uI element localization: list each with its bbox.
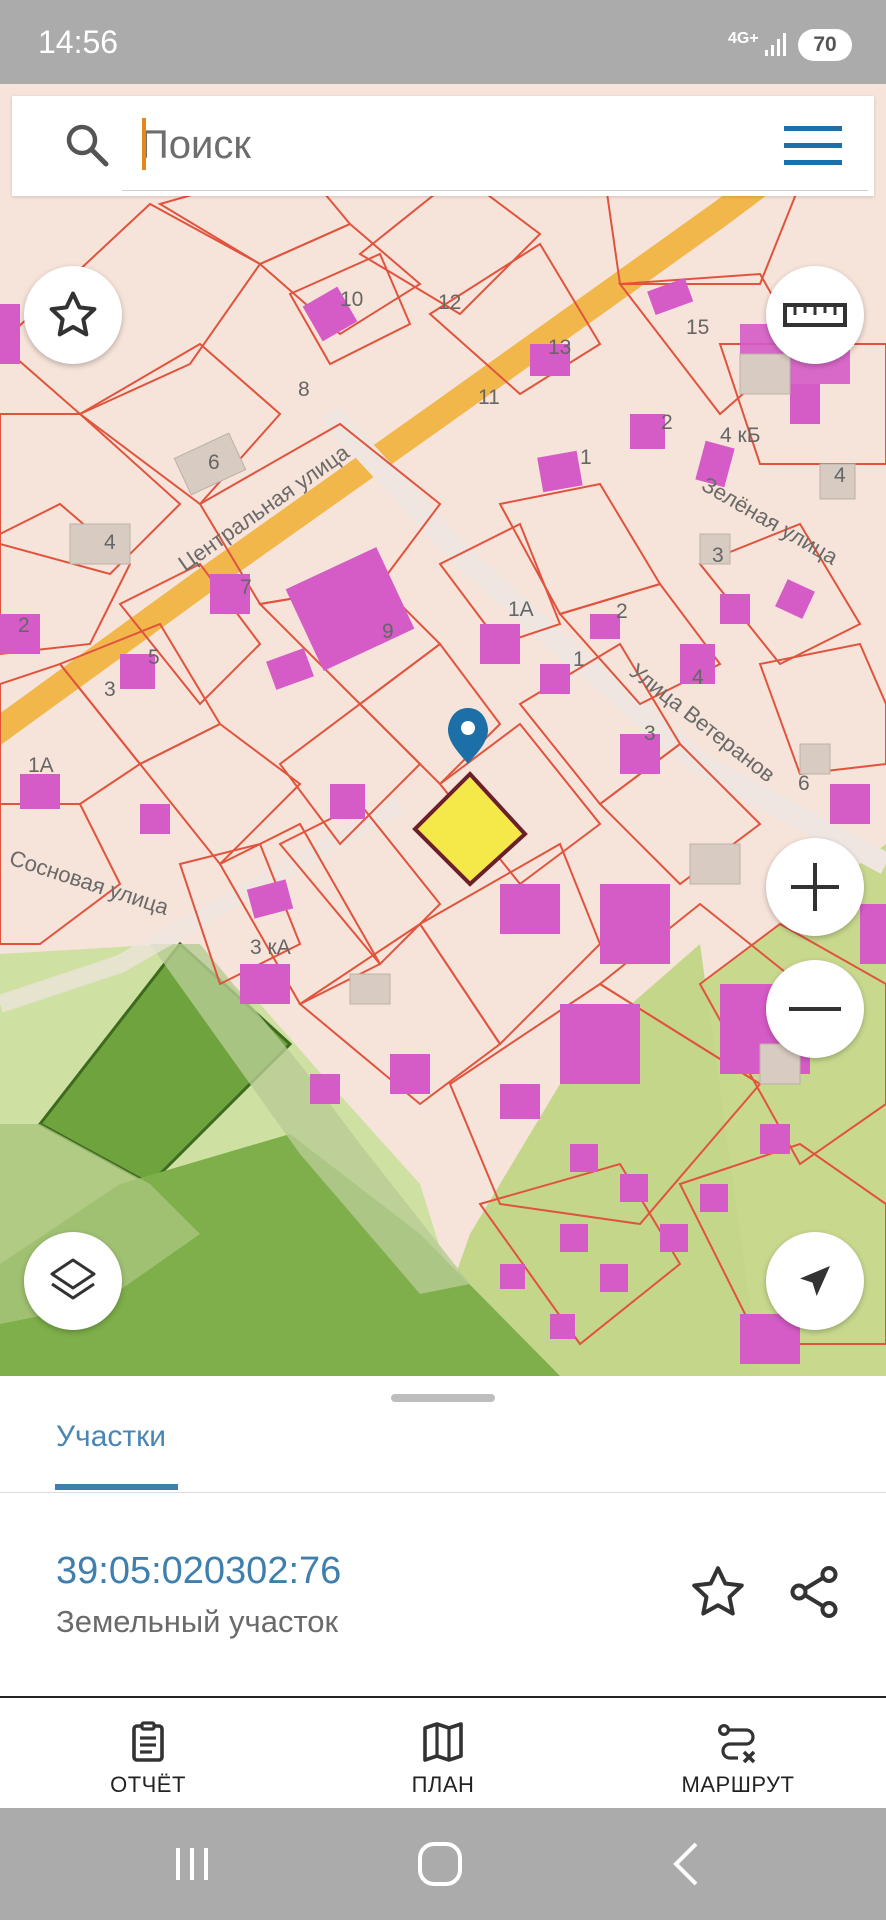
search-input[interactable] [140, 114, 740, 176]
map-view[interactable]: Центральная улица Зелёная улица Улица Ве… [0, 84, 886, 1376]
add-favorite-button[interactable] [688, 1562, 748, 1622]
system-navigation-bar [0, 1808, 886, 1920]
svg-text:11: 11 [478, 386, 500, 409]
svg-text:3: 3 [712, 544, 724, 567]
share-icon [790, 1566, 838, 1618]
map-icon [423, 1722, 463, 1762]
zoom-in-button[interactable] [766, 838, 864, 936]
tab-parcels[interactable]: Участки [56, 1420, 166, 1480]
signal-icon [765, 33, 786, 56]
svg-text:3: 3 [104, 678, 116, 701]
star-icon [49, 291, 97, 337]
parcel-type: Земельный участок [56, 1604, 339, 1639]
svg-text:5: 5 [148, 646, 160, 669]
map-canvas[interactable]: Центральная улица Зелёная улица Улица Ве… [0, 84, 886, 1376]
location-marker [448, 708, 488, 764]
star-icon [692, 1566, 744, 1616]
svg-text:3: 3 [644, 722, 656, 745]
tab-indicator [55, 1484, 178, 1490]
svg-text:1: 1 [580, 446, 592, 469]
svg-text:9: 9 [382, 620, 394, 643]
green-areas [0, 844, 886, 1376]
plan-label: ПЛАН [411, 1772, 475, 1797]
svg-text:6: 6 [798, 772, 810, 795]
report-button[interactable]: ОТЧЁТ [48, 1710, 248, 1808]
svg-text:15: 15 [686, 316, 709, 339]
status-bar: 14:56 4G+ 70 [0, 0, 886, 84]
route-label: МАРШРУТ [681, 1772, 795, 1797]
svg-text:10: 10 [340, 288, 363, 311]
drag-handle[interactable] [391, 1394, 495, 1402]
selected-parcel [412, 771, 528, 887]
my-location-button[interactable] [766, 1232, 864, 1330]
svg-text:1: 1 [573, 648, 585, 671]
svg-text:2: 2 [18, 614, 30, 637]
svg-text:4: 4 [834, 464, 846, 487]
route-button[interactable]: МАРШРУТ [638, 1710, 838, 1808]
zoom-out-icon [789, 1007, 841, 1011]
back-icon[interactable] [658, 1838, 718, 1890]
svg-text:8: 8 [298, 378, 310, 401]
svg-text:12: 12 [438, 291, 461, 314]
menu-icon[interactable] [784, 124, 842, 168]
svg-text:2: 2 [616, 600, 628, 623]
svg-text:1А: 1А [508, 598, 534, 621]
clipboard-icon [132, 1721, 164, 1762]
ruler-icon [783, 303, 847, 327]
svg-text:2: 2 [661, 411, 673, 434]
status-time: 14:56 [38, 24, 119, 60]
route-icon [717, 1723, 756, 1764]
search-underline [122, 190, 868, 191]
battery-indicator: 70 [798, 29, 852, 61]
svg-text:6: 6 [208, 451, 220, 474]
svg-text:4: 4 [692, 666, 704, 689]
divider [0, 1492, 886, 1493]
svg-text:4 кБ: 4 кБ [720, 424, 760, 447]
search-bar [12, 96, 874, 196]
search-icon[interactable] [62, 120, 112, 170]
parcel-cadastral-number[interactable]: 39:05:020302:76 [56, 1550, 341, 1593]
divider [0, 1696, 886, 1698]
favorites-button[interactable] [24, 266, 122, 364]
svg-text:7: 7 [240, 576, 252, 599]
recent-apps-icon[interactable] [162, 1838, 222, 1890]
network-indicator: 4G+ [728, 30, 759, 47]
bottom-sheet: Участки 39:05:020302:76 Земельный участо… [0, 1376, 886, 1808]
home-icon[interactable] [410, 1838, 470, 1890]
svg-text:3 кА: 3 кА [250, 936, 291, 959]
text-caret [142, 118, 146, 170]
ruler-button[interactable] [766, 266, 864, 364]
svg-text:13: 13 [548, 336, 571, 359]
zoom-in-icon [791, 863, 839, 911]
share-button[interactable] [784, 1562, 844, 1622]
plan-button[interactable]: ПЛАН [343, 1710, 543, 1808]
layers-button[interactable] [24, 1232, 122, 1330]
zoom-out-button[interactable] [766, 960, 864, 1058]
report-label: ОТЧЁТ [110, 1772, 186, 1797]
layers-icon [50, 1258, 96, 1300]
location-arrow-icon [800, 1266, 830, 1296]
svg-text:1А: 1А [28, 754, 54, 777]
svg-text:4: 4 [104, 531, 116, 554]
street-label-pine: Сосновая улица [6, 845, 172, 920]
